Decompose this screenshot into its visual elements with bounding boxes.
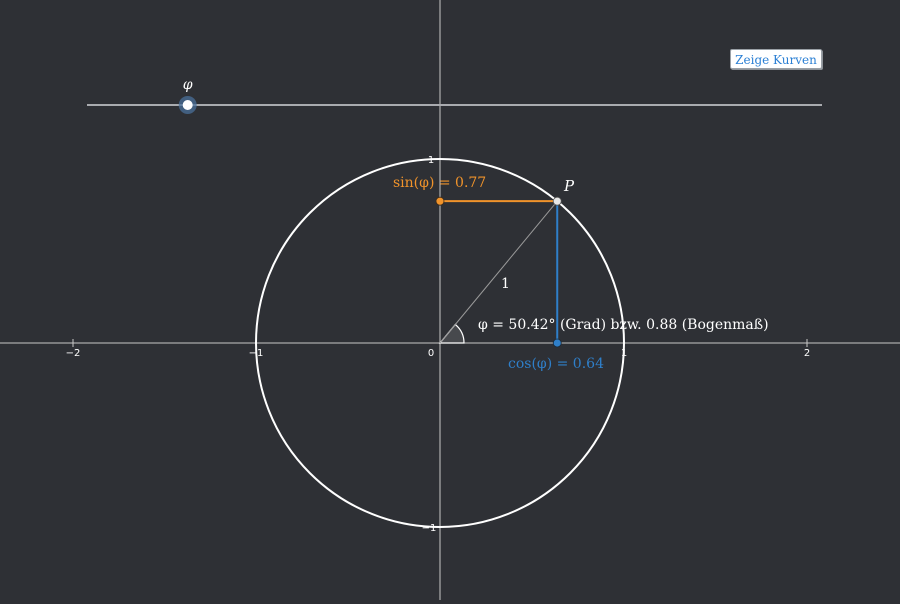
x-tick-label: 2 (804, 348, 810, 359)
unit-circle-applet: −2 −1 0 1 2 1 −1 P 1 sin(φ) = 0.77 cos(φ… (0, 0, 900, 600)
angle-label: φ = 50.42° (Grad) bzw. 0.88 (Bogenmaß) (478, 317, 769, 333)
x-tick-label: −2 (66, 348, 81, 359)
angle-arc (438, 323, 465, 344)
slider-handle[interactable] (178, 96, 197, 114)
x-tick-label: 0 (428, 348, 434, 359)
slider-label: φ (183, 77, 193, 93)
cos-label: cos(φ) = 0.64 (508, 356, 604, 372)
sin-point (435, 196, 445, 206)
radius-label: 1 (501, 276, 510, 292)
y-tick-label: 1 (428, 155, 434, 166)
y-tick-label: −1 (422, 523, 437, 534)
slider-handle-dot[interactable] (182, 100, 193, 110)
point-p-label: P (563, 177, 575, 195)
show-curves-button[interactable]: Zeige Kurven (730, 49, 822, 69)
point-p[interactable] (552, 196, 562, 206)
plot-canvas: −2 −1 0 1 2 1 −1 P 1 sin(φ) = 0.77 cos(φ… (0, 0, 900, 600)
sin-label: sin(φ) = 0.77 (393, 175, 486, 191)
cos-point (552, 338, 562, 348)
